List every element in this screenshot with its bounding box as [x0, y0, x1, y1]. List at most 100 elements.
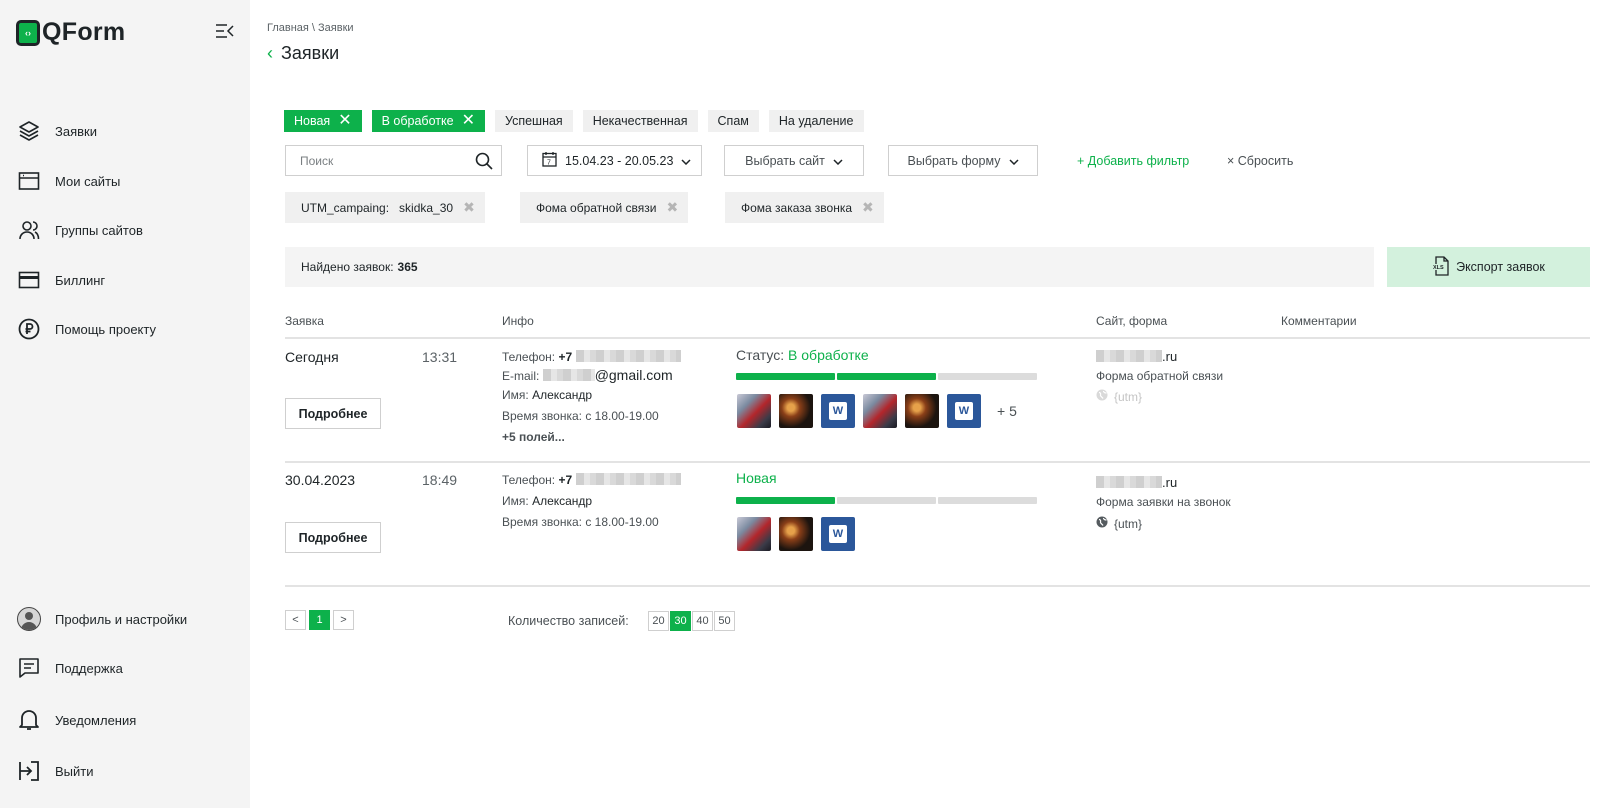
chip-label: На удаление	[778, 114, 854, 128]
date-range-value: 15.04.23 - 20.05.23	[565, 153, 674, 168]
utm-line: {utm}	[1096, 389, 1142, 404]
records-per-page-label: Количество записей:	[508, 614, 629, 628]
phone-line: Телефон: +7	[502, 473, 681, 487]
phone-redacted	[575, 473, 681, 485]
xls-file-icon: XLS	[1432, 255, 1450, 279]
layers-icon	[17, 119, 41, 143]
phone-redacted	[575, 350, 681, 362]
progress-segment	[938, 497, 1037, 504]
close-icon[interactable]: ✖	[463, 199, 475, 216]
word-document-icon[interactable]: W	[821, 394, 855, 428]
logo[interactable]: ‹› QForm	[16, 18, 125, 47]
close-icon[interactable]: ✖	[666, 199, 678, 216]
attachment-photo[interactable]	[905, 394, 939, 428]
sidebar-item-label: Биллинг	[55, 272, 106, 288]
column-header-site-form: Сайт, форма	[1096, 314, 1168, 328]
progress-segment	[837, 497, 936, 504]
call-time-label: Время звонка:	[502, 515, 582, 529]
phone-prefix: +7	[558, 350, 573, 364]
attachment-photo[interactable]	[863, 394, 897, 428]
sidebar-item-profile[interactable]: Профиль и настройки	[17, 607, 187, 631]
sidebar-item-label: Группы сайтов	[55, 222, 143, 238]
email-redacted	[542, 369, 595, 381]
chevron-down-icon	[1008, 154, 1019, 168]
sidebar-item-label: Помощь проекту	[55, 321, 156, 337]
add-filter-link[interactable]: + Добавить фильтр	[1077, 154, 1189, 168]
page-size-option[interactable]: 30	[670, 611, 691, 631]
details-button[interactable]: Подробнее	[285, 522, 381, 553]
call-time-line: Время звонка: с 18.00-19.00	[502, 515, 659, 529]
form-select-label: Выбрать форму	[907, 153, 1001, 168]
attachment-photo[interactable]	[779, 394, 813, 428]
export-button[interactable]: XLS Экспорт заявок	[1387, 247, 1590, 287]
name-label: Имя:	[502, 388, 529, 402]
date-range-picker[interactable]: 7 15.04.23 - 20.05.23	[527, 145, 702, 176]
word-document-icon[interactable]: W	[821, 517, 855, 551]
status-label: Статус:	[736, 347, 785, 363]
page-size-option[interactable]: 20	[648, 611, 669, 631]
reset-filters-link[interactable]: × Сбросить	[1227, 154, 1293, 168]
attachments-extra-count[interactable]: + 5	[997, 403, 1017, 419]
site-select-label: Выбрать сайт	[745, 153, 825, 168]
sidebar-item-billing[interactable]: Биллинг	[17, 268, 105, 292]
site-select[interactable]: Выбрать сайт	[724, 145, 864, 176]
attachment-photo[interactable]	[737, 517, 771, 551]
sidebar-item-label: Профиль и настройки	[55, 611, 188, 627]
attachment-photo[interactable]	[737, 394, 771, 428]
status-chip-success[interactable]: Успешная	[494, 110, 573, 132]
column-header-info: Инфо	[502, 314, 534, 328]
page-size-option[interactable]: 40	[692, 611, 713, 631]
chip-label: В обработке	[381, 114, 454, 128]
status-chip-low-quality[interactable]: Некачественная	[582, 110, 698, 132]
collapse-sidebar-icon[interactable]	[215, 23, 235, 39]
page-size-option[interactable]: 50	[714, 611, 735, 631]
progress-segment	[938, 373, 1037, 380]
sidebar-item-requests[interactable]: Заявки	[17, 119, 97, 143]
status-chip-new[interactable]: Новая ✕	[284, 110, 362, 132]
search-icon[interactable]	[475, 152, 493, 170]
status-chip-spam[interactable]: Спам	[707, 110, 759, 132]
status-line: Статус: В обработке	[736, 347, 869, 363]
sidebar-item-notifications[interactable]: Уведомления	[17, 708, 136, 732]
close-icon[interactable]: ✕	[462, 113, 475, 129]
prev-page-button[interactable]: <	[285, 610, 306, 630]
email-line: E-mail: @gmail.com	[502, 367, 673, 383]
found-count: 365	[397, 260, 418, 274]
status-chip-processing[interactable]: В обработке ✕	[371, 110, 485, 132]
users-icon	[17, 218, 41, 242]
attachments: W W + 5	[737, 394, 1017, 428]
status-chip-to-delete[interactable]: На удаление	[768, 110, 864, 132]
breadcrumb[interactable]: Главная \ Заявки	[267, 22, 354, 34]
sidebar-item-logout[interactable]: Выйти	[17, 759, 94, 783]
active-filter-tag-callback-form: Фома заказа звонка ✖	[725, 192, 884, 223]
form-select[interactable]: Выбрать форму	[888, 145, 1038, 176]
sidebar-item-donate[interactable]: Помощь проекту	[17, 317, 156, 341]
details-button[interactable]: Подробнее	[285, 398, 381, 429]
request-time: 13:31	[422, 349, 458, 365]
sidebar-item-site-groups[interactable]: Группы сайтов	[17, 218, 143, 242]
page-number-button[interactable]: 1	[309, 610, 330, 630]
sidebar-item-my-sites[interactable]: Мои сайты	[17, 169, 120, 193]
site-name[interactable]: .ru	[1096, 349, 1177, 364]
table-header-divider	[285, 337, 1590, 339]
sidebar-item-support[interactable]: Поддержка	[17, 656, 123, 680]
status-progress-bar	[736, 497, 1037, 504]
next-page-button[interactable]: >	[333, 610, 354, 630]
phone-line: Телефон: +7	[502, 350, 681, 364]
name-label: Имя:	[502, 494, 529, 508]
form-name: Форма заявки на звонок	[1096, 495, 1231, 509]
back-arrow-icon[interactable]: ‹	[267, 43, 273, 64]
attachment-photo[interactable]	[779, 517, 813, 551]
word-document-icon[interactable]: W	[947, 394, 981, 428]
close-icon[interactable]: ✕	[338, 113, 351, 129]
browser-window-icon	[17, 169, 41, 193]
utm-value: {utm}	[1114, 389, 1143, 404]
more-fields-link[interactable]: +5 полей...	[502, 430, 565, 444]
active-filter-tag-utm: UTM_campaing: skidka_30 ✖	[285, 192, 485, 223]
page-title-row: ‹ Заявки	[267, 43, 339, 64]
progress-segment	[736, 497, 835, 504]
site-name[interactable]: .ru	[1096, 475, 1177, 490]
chevron-down-icon	[681, 154, 691, 168]
search-input[interactable]	[286, 146, 456, 175]
close-icon[interactable]: ✖	[862, 199, 874, 216]
